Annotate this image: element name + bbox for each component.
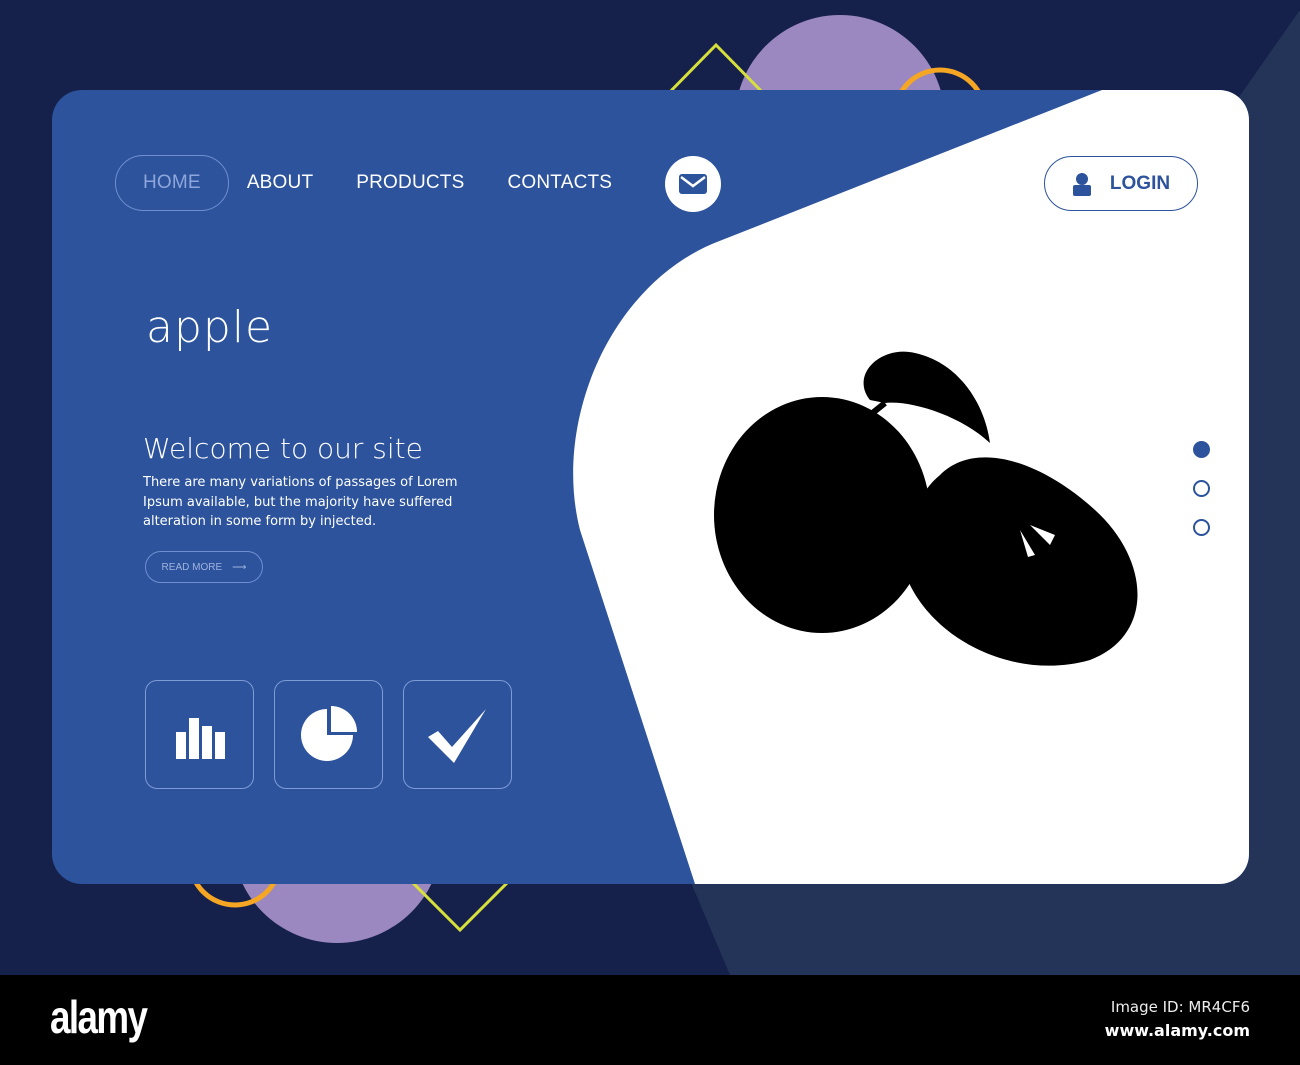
watermark-url: www.alamy.com [1104, 1021, 1250, 1040]
tile-bar-chart[interactable] [145, 680, 254, 789]
slider-dot-2[interactable] [1193, 480, 1210, 497]
slider-dot-3[interactable] [1193, 519, 1210, 536]
welcome-description: There are many variations of passages of… [143, 475, 458, 529]
login-label: LOGIN [1109, 172, 1171, 194]
nav-home[interactable]: HOME [115, 155, 229, 211]
user-icon [1072, 172, 1091, 196]
tile-checkmark[interactable] [403, 680, 512, 789]
welcome-heading: Welcome to our site [143, 432, 423, 465]
nav-products[interactable]: PRODUCTS [356, 172, 464, 194]
pie-chart-icon [300, 705, 357, 761]
arrow-right-icon: ⟶ [232, 561, 247, 573]
read-more-label: READ MORE [161, 561, 223, 573]
brand-title: apple [146, 302, 274, 353]
alamy-logo: alamy [50, 991, 148, 1043]
nav-about[interactable]: ABOUT [247, 172, 313, 194]
bar-chart-icon [175, 717, 225, 759]
envelope-icon [679, 174, 707, 194]
watermark-bar [0, 975, 1300, 1065]
mail-button[interactable] [665, 156, 721, 212]
slider-dot-1[interactable] [1193, 441, 1210, 458]
tile-pie-chart[interactable] [274, 680, 383, 789]
image-id: Image ID: MR4CF6 [1110, 998, 1250, 1016]
main-nav: HOME ABOUT PRODUCTS CONTACTS [115, 155, 655, 211]
nav-contacts[interactable]: CONTACTS [507, 172, 612, 194]
apple-illustration [714, 351, 1138, 666]
checkmark-icon [427, 708, 486, 763]
login-button[interactable]: LOGIN [1044, 156, 1198, 211]
read-more-button[interactable]: READ MORE ⟶ [145, 551, 263, 583]
